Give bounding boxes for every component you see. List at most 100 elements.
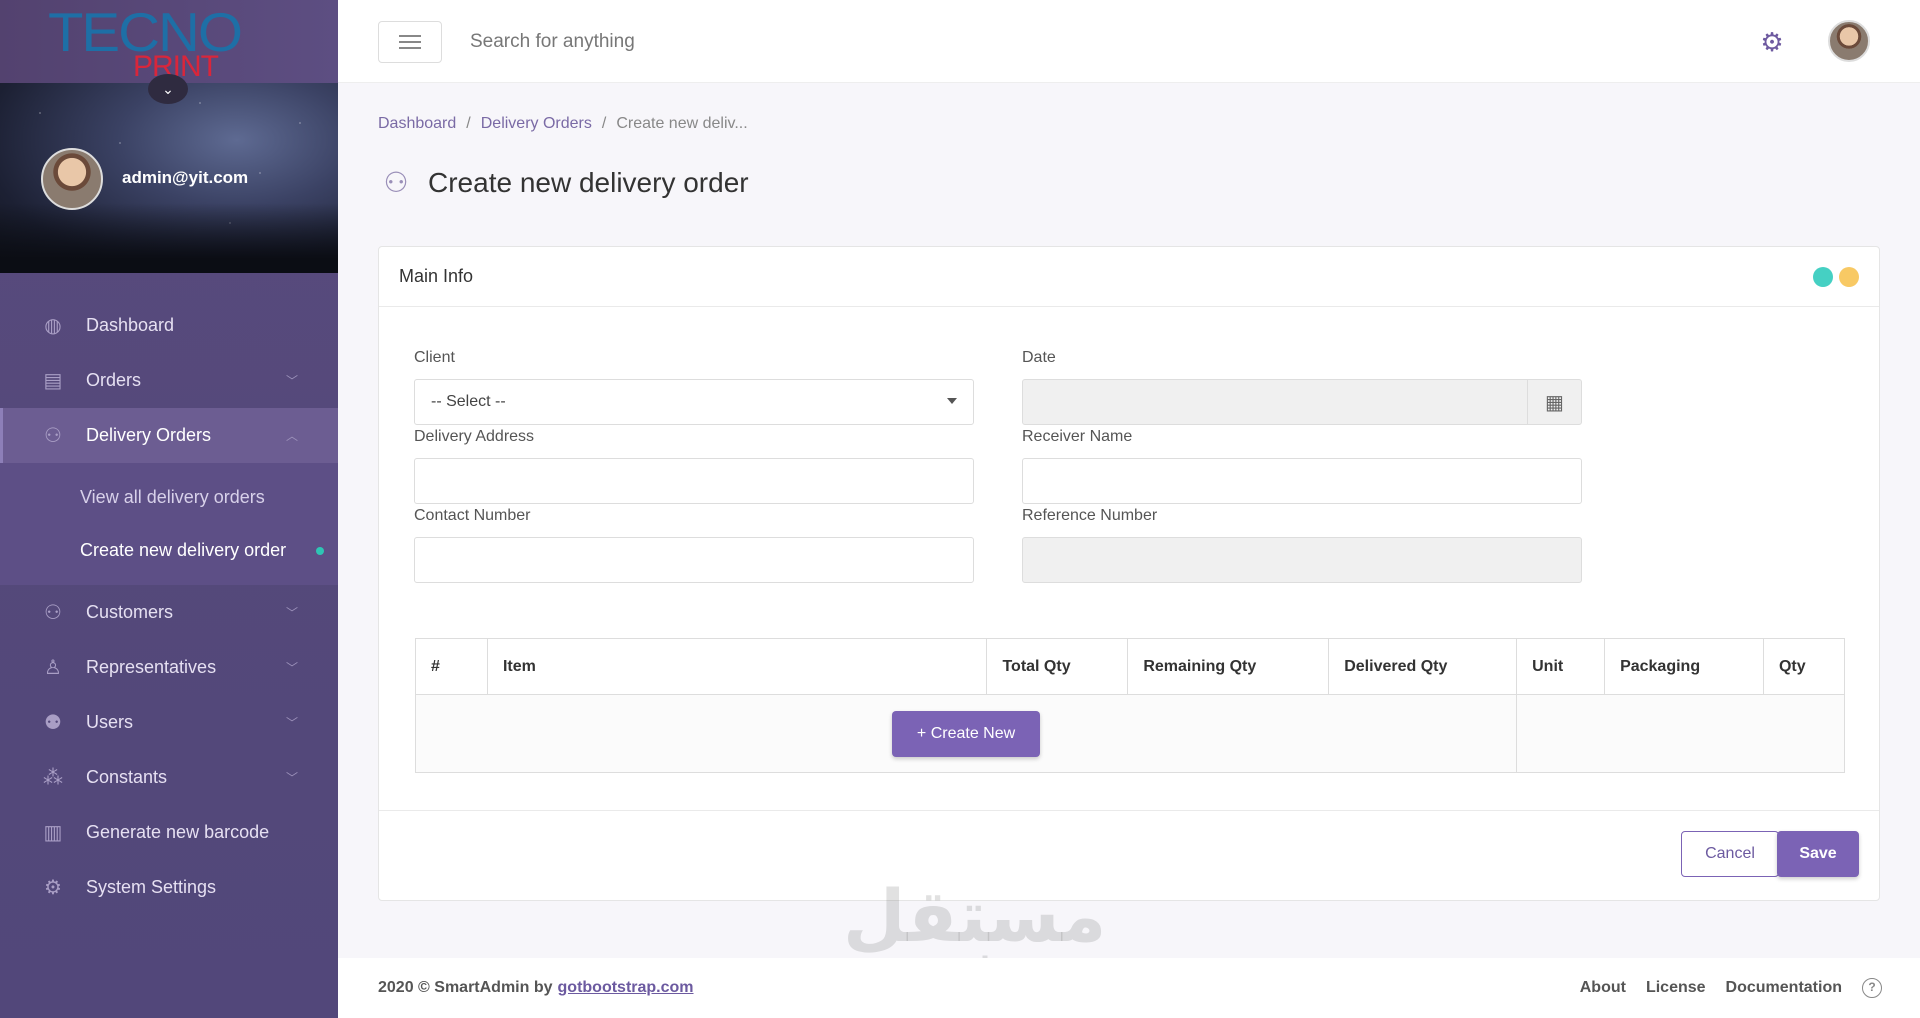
column-header-item: Item bbox=[486, 638, 988, 695]
column-header-delivered-qty: Delivered Qty bbox=[1328, 638, 1518, 695]
users-icon: ⚇ bbox=[44, 601, 62, 624]
sidebar: TECNO PRINT ⌄ admin@yit.com ◍ Dashboard … bbox=[0, 0, 338, 1018]
hamburger-icon bbox=[399, 35, 421, 37]
footer-link-documentation[interactable]: Documentation bbox=[1726, 979, 1842, 997]
barcode-icon: ▥ bbox=[43, 821, 63, 844]
sidebar-item-label: Generate new barcode bbox=[86, 822, 270, 842]
sidebar-item-label: Users bbox=[86, 712, 134, 732]
column-header-unit: Unit bbox=[1516, 638, 1606, 695]
save-button[interactable]: Save bbox=[1777, 831, 1859, 877]
globe-icon: ◍ bbox=[44, 314, 62, 337]
panel-title: Main Info bbox=[399, 266, 474, 286]
cubes-icon: ⁂ bbox=[43, 766, 63, 789]
create-row-cell: + Create New bbox=[414, 694, 1518, 773]
hamburger-icon bbox=[399, 47, 421, 49]
chevron-down-icon: ﹀ bbox=[285, 716, 298, 730]
search-input[interactable] bbox=[470, 22, 870, 62]
gear-icon: ⚙ bbox=[44, 876, 62, 899]
sidebar-item-system-settings[interactable]: ⚙ System Settings bbox=[0, 860, 338, 915]
client-select-value: -- Select -- bbox=[431, 393, 506, 410]
chevron-down-icon: ﹀ bbox=[285, 374, 298, 388]
logo[interactable]: TECNO PRINT bbox=[0, 0, 338, 83]
column-header-total-qty: Total Qty bbox=[986, 638, 1129, 695]
column-header-remaining-qty: Remaining Qty bbox=[1127, 638, 1330, 695]
items-table: # Item Total Qty Remaining Qty Delivered… bbox=[414, 638, 1846, 773]
help-icon[interactable]: ? bbox=[1862, 978, 1882, 998]
panel-fullscreen-dot[interactable] bbox=[1839, 267, 1859, 287]
chevron-down-icon: ﹀ bbox=[285, 661, 298, 675]
empty-cell bbox=[1516, 694, 1845, 773]
column-header-packaging: Packaging bbox=[1604, 638, 1764, 695]
footer-copyright: 2020 © SmartAdmin by bbox=[378, 979, 553, 996]
chevron-up-icon: ︿ bbox=[285, 429, 298, 443]
sidebar-item-label: Customers bbox=[86, 602, 174, 622]
footer-link-license[interactable]: License bbox=[1646, 979, 1706, 997]
chevron-down-icon: ﹀ bbox=[285, 606, 298, 620]
chevron-down-icon: ﹀ bbox=[285, 771, 298, 785]
create-new-item-button[interactable]: + Create New bbox=[892, 710, 1041, 757]
footer-link-about[interactable]: About bbox=[1580, 979, 1626, 997]
main-info-panel: Main Info Client -- Select -- Date ▦ Del… bbox=[378, 246, 1880, 901]
profile-email[interactable]: admin@yit.com bbox=[122, 168, 248, 188]
topbar: ⚙ bbox=[338, 0, 1920, 83]
sidebar-item-label: Constants bbox=[86, 767, 168, 787]
sidebar-item-representatives[interactable]: ♙ Representatives ﹀ bbox=[0, 640, 338, 695]
sidebar-item-label: Delivery Orders bbox=[86, 425, 212, 445]
sidebar-item-generate-barcode[interactable]: ▥ Generate new barcode bbox=[0, 805, 338, 860]
sidebar-item-users[interactable]: ⚉ Users ﹀ bbox=[0, 695, 338, 750]
chevron-down-icon[interactable]: ⌄ bbox=[148, 74, 188, 104]
reference-number-field[interactable] bbox=[1022, 537, 1582, 583]
breadcrumb: Dashboard / Delivery Orders / Create new… bbox=[378, 115, 748, 133]
client-select[interactable]: -- Select -- bbox=[414, 379, 974, 425]
column-header-number: # bbox=[415, 638, 488, 695]
footer-link-gotbootstrap[interactable]: gotbootstrap.com bbox=[558, 979, 694, 997]
sidebar-subitem-label: Create new delivery order bbox=[80, 540, 287, 560]
sidebar-item-label: Orders bbox=[86, 370, 142, 390]
create-new-label: Create New bbox=[930, 724, 1016, 742]
sidebar-subitem-label: View all delivery orders bbox=[80, 487, 265, 507]
avatar[interactable] bbox=[41, 148, 103, 210]
breadcrumb-dashboard[interactable]: Dashboard bbox=[378, 115, 456, 133]
hamburger-icon bbox=[399, 41, 421, 43]
delivery-orders-submenu: View all delivery orders Create new deli… bbox=[0, 463, 338, 585]
users-icon: ⚇ bbox=[383, 167, 409, 198]
profile-background-trees bbox=[0, 203, 338, 273]
receiver-name-field[interactable] bbox=[1022, 458, 1582, 504]
breadcrumb-current: Create new deliv... bbox=[616, 115, 748, 132]
sidebar-nav: ◍ Dashboard ▤ Orders ﹀ ⚇ Delivery Orders… bbox=[0, 298, 338, 915]
reference-number-label: Reference Number bbox=[1022, 507, 1158, 524]
delivery-address-field[interactable] bbox=[414, 458, 974, 504]
sidebar-item-label: Representatives bbox=[86, 657, 217, 677]
delivery-address-label: Delivery Address bbox=[414, 428, 535, 445]
caret-down-icon bbox=[947, 398, 957, 404]
gear-icon[interactable]: ⚙ bbox=[1758, 28, 1786, 56]
plus-icon: + bbox=[916, 724, 931, 742]
sidebar-item-orders[interactable]: ▤ Orders ﹀ bbox=[0, 353, 338, 408]
footer-links: About License Documentation ? bbox=[1580, 978, 1882, 998]
group-icon: ⚉ bbox=[44, 711, 62, 734]
panel-controls bbox=[1813, 267, 1859, 287]
receiver-name-label: Receiver Name bbox=[1022, 428, 1133, 445]
panel-collapse-dot[interactable] bbox=[1813, 267, 1833, 287]
sidebar-item-constants[interactable]: ⁂ Constants ﹀ bbox=[0, 750, 338, 805]
breadcrumb-separator: / bbox=[466, 115, 471, 132]
active-indicator-dot bbox=[316, 546, 324, 555]
sidebar-subitem-create-delivery-order[interactable]: Create new delivery order bbox=[0, 524, 338, 577]
sidebar-item-delivery-orders[interactable]: ⚇ Delivery Orders ︿ bbox=[0, 408, 338, 463]
contact-number-field[interactable] bbox=[414, 537, 974, 583]
page-title: Create new delivery order bbox=[428, 166, 749, 198]
sidebar-item-label: System Settings bbox=[86, 877, 217, 897]
date-field[interactable]: ▦ bbox=[1022, 379, 1582, 425]
breadcrumb-delivery-orders[interactable]: Delivery Orders bbox=[481, 115, 592, 133]
users-icon: ⚇ bbox=[44, 424, 62, 447]
avatar[interactable] bbox=[1828, 20, 1870, 62]
sidebar-item-label: Dashboard bbox=[86, 315, 175, 335]
calendar-icon[interactable]: ▦ bbox=[1527, 380, 1581, 424]
date-label: Date bbox=[1022, 349, 1056, 366]
footer: 2020 © SmartAdmin by gotbootstrap.com Ab… bbox=[338, 958, 1920, 1018]
sidebar-item-customers[interactable]: ⚇ Customers ﹀ bbox=[0, 585, 338, 640]
sidebar-subitem-view-all-delivery-orders[interactable]: View all delivery orders bbox=[0, 471, 338, 524]
sidebar-item-dashboard[interactable]: ◍ Dashboard bbox=[0, 298, 338, 353]
cancel-button[interactable]: Cancel bbox=[1681, 831, 1779, 877]
menu-toggle-button[interactable] bbox=[378, 21, 442, 63]
